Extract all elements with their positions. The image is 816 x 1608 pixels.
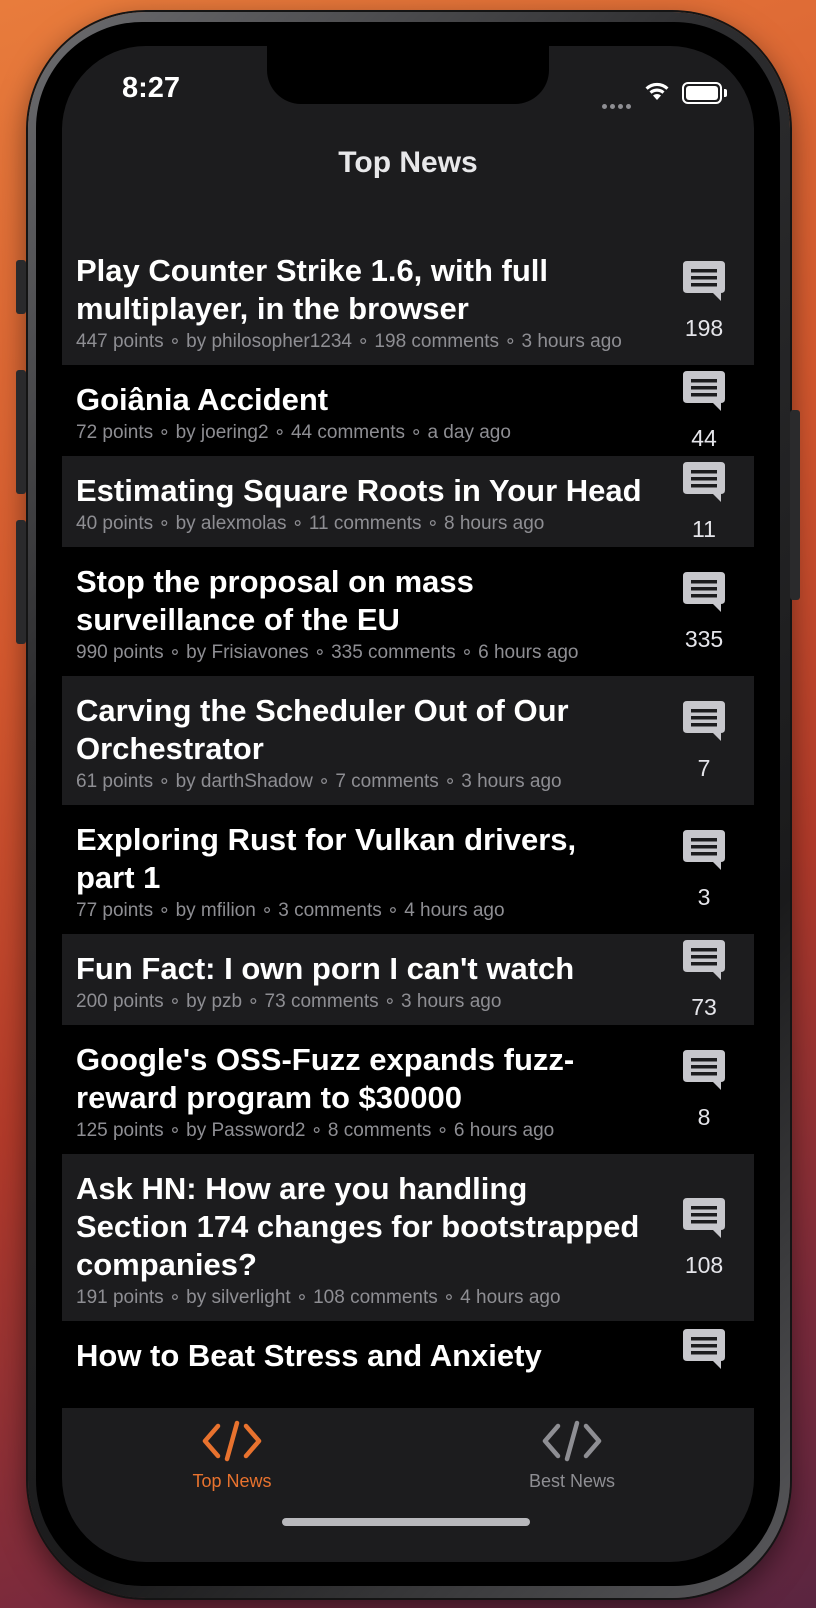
story-content: Play Counter Strike 1.6, with full multi… [76,236,654,365]
comments-button[interactable]: 11 [654,461,754,543]
story-meta: 200 points ∘ by pzb ∘ 73 comments ∘ 3 ho… [76,991,502,1012]
code-icon [542,1420,602,1462]
comment-count: 335 [684,625,724,652]
story-meta: 72 points ∘ by joering2 ∘ 44 comments ∘ … [76,422,511,443]
story-row[interactable]: Ask HN: How are you handling Section 174… [62,1154,754,1321]
power-button [790,410,800,600]
comment-bubble-icon [682,939,726,986]
story-meta: 191 points ∘ by silverlight ∘ 108 commen… [76,1287,561,1308]
story-meta: 990 points ∘ by Frisiavones ∘ 335 commen… [76,642,579,663]
story-row[interactable]: Google's OSS-Fuzz expands fuzz-reward pr… [62,1025,754,1154]
comment-bubble-icon [682,260,726,307]
story-title: Google's OSS-Fuzz expands fuzz-reward pr… [76,1042,575,1115]
tab-top-news-label: Top News [192,1471,272,1491]
mute-switch [16,260,26,314]
comment-count: 73 [691,993,717,1020]
comment-bubble-icon [682,700,726,747]
tab-best-news-label: Best News [528,1471,616,1491]
story-title: Stop the proposal on mass surveillance o… [76,564,474,637]
comments-button[interactable] [654,1328,754,1383]
story-meta: 61 points ∘ by darthShadow ∘ 7 comments … [76,771,562,792]
notch [267,46,549,104]
tab-bar: Top News Best News [62,1408,754,1562]
story-row[interactable]: Stop the proposal on mass surveillance o… [62,547,754,676]
story-title: Ask HN: How are you handling Section 174… [76,1171,640,1282]
story-title: Fun Fact: I own porn I can't watch [76,951,575,986]
comments-button[interactable]: 7 [654,700,754,782]
story-list[interactable]: Play Counter Strike 1.6, with full multi… [62,236,754,1408]
comment-count: 108 [684,1251,724,1278]
story-content: Google's OSS-Fuzz expands fuzz-reward pr… [76,1025,654,1154]
story-content: Stop the proposal on mass surveillance o… [76,547,654,676]
volume-up-button [16,370,26,494]
story-row[interactable]: Exploring Rust for Vulkan drivers, part … [62,805,754,934]
comment-bubble-icon [682,370,726,417]
comment-count: 3 [697,883,711,910]
cellular-signal-icon [602,96,634,114]
comments-button[interactable]: 8 [654,1049,754,1131]
comment-bubble-icon [682,1049,726,1096]
story-title: Estimating Square Roots in Your Head [76,473,642,508]
comment-bubble-icon [682,571,726,618]
story-content: How to Beat Stress and Anxiety [76,1321,654,1389]
page-title: Top News [338,146,478,179]
story-meta: 40 points ∘ by alexmolas ∘ 11 comments ∘… [76,513,545,534]
comments-button[interactable]: 108 [654,1197,754,1279]
comments-button[interactable]: 3 [654,829,754,911]
comment-bubble-icon [682,461,726,508]
story-row[interactable]: Fun Fact: I own porn I can't watch 200 po… [62,934,754,1025]
story-row[interactable]: Estimating Square Roots in Your Head 40 p… [62,456,754,547]
story-content: Estimating Square Roots in Your Head 40 p… [76,456,654,547]
battery-icon [682,82,727,104]
story-content: Ask HN: How are you handling Section 174… [76,1154,654,1321]
comments-button[interactable]: 44 [654,370,754,452]
story-title: Play Counter Strike 1.6, with full multi… [76,253,548,326]
comments-button[interactable]: 198 [654,260,754,342]
status-time: 8:27 [122,72,181,104]
story-title: Carving the Scheduler Out of Our Orchest… [76,693,569,766]
comment-count: 44 [691,424,717,451]
story-meta: 447 points ∘ by philosopher1234 ∘ 198 co… [76,331,622,352]
volume-down-button [16,520,26,644]
comment-count: 8 [697,1103,711,1130]
comment-count: 7 [697,754,711,781]
home-indicator[interactable] [282,1518,530,1526]
device-bezel: 8:27 Top News Play Counter Strike 1.6, w… [36,22,780,1586]
story-title: How to Beat Stress and Anxiety [76,1338,542,1373]
story-row[interactable]: Goiânia Accident 72 points ∘ by joering2 … [62,365,754,456]
story-content: Fun Fact: I own porn I can't watch 200 po… [76,934,654,1025]
screen: 8:27 Top News Play Counter Strike 1.6, w… [62,46,754,1562]
story-meta: 125 points ∘ by Password2 ∘ 8 comments ∘… [76,1120,555,1141]
comment-bubble-icon [682,1197,726,1244]
tab-best-news[interactable]: Best News [472,1420,672,1492]
comment-bubble-icon [682,829,726,876]
story-title: Exploring Rust for Vulkan drivers, part … [76,822,577,895]
story-row[interactable]: How to Beat Stress and Anxiety [62,1321,754,1389]
comment-count: 11 [692,515,716,542]
story-content: Goiânia Accident 72 points ∘ by joering2 … [76,365,654,456]
story-meta: 77 points ∘ by mfilion ∘ 3 comments ∘ 4 … [76,900,505,921]
story-title: Goiânia Accident [76,382,329,417]
comments-button[interactable]: 335 [654,571,754,653]
wifi-icon [645,82,669,100]
story-content: Exploring Rust for Vulkan drivers, part … [76,805,654,934]
story-row[interactable]: Play Counter Strike 1.6, with full multi… [62,236,754,365]
tab-top-news[interactable]: Top News [132,1420,332,1492]
story-row[interactable]: Carving the Scheduler Out of Our Orchest… [62,676,754,805]
code-icon [202,1420,262,1462]
story-content: Carving the Scheduler Out of Our Orchest… [76,676,654,805]
comment-bubble-icon [682,1328,726,1375]
comments-button[interactable]: 73 [654,939,754,1021]
comment-count: 198 [684,314,724,341]
